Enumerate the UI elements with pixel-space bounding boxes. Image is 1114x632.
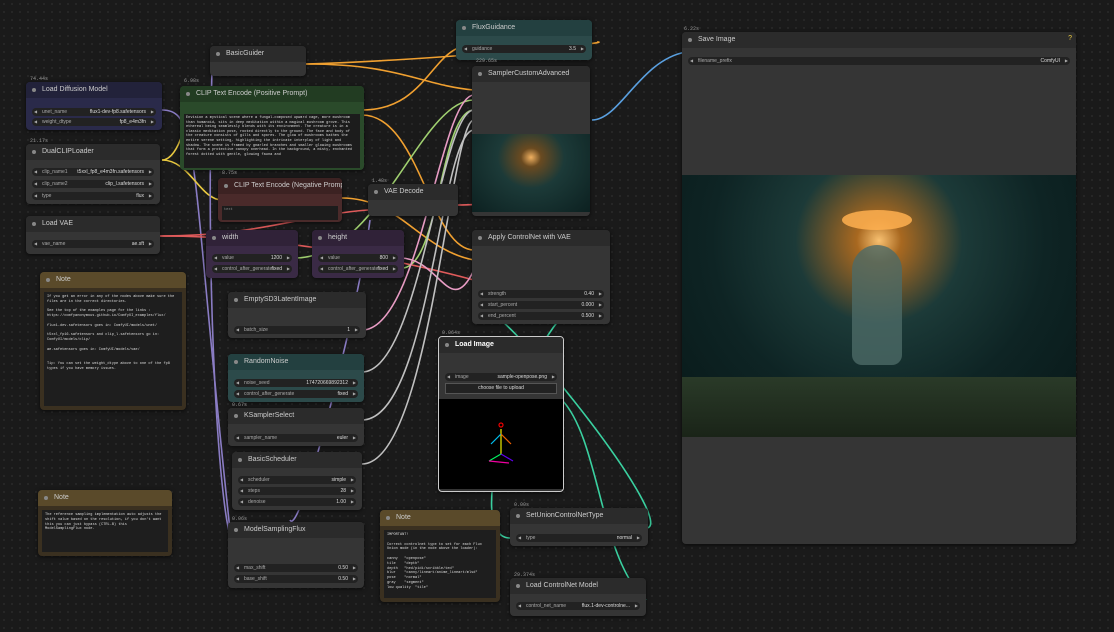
- sampler-name-widget[interactable]: sampler_nameeuler: [234, 434, 358, 442]
- end-percent-widget[interactable]: end_percent0.500: [478, 312, 604, 320]
- node-title: Load Diffusion Model: [26, 82, 162, 98]
- node-title: RandomNoise: [228, 354, 364, 370]
- set-union-controlnet-type-node[interactable]: SetUnionControlNetType typenormal: [510, 508, 648, 546]
- mushroom-glow: [842, 210, 912, 230]
- node-title: ModelSamplingFlux: [228, 522, 364, 538]
- empty-sd3-latent-node[interactable]: EmptySD3LatentImage batch_size1: [228, 292, 366, 338]
- vae-name-widget[interactable]: vae_nameae.sft: [32, 240, 154, 248]
- openpose-preview: [439, 399, 563, 489]
- dual-clip-loader-node[interactable]: DualCLIPLoader clip_name1t5xxl_fp8_e4m3f…: [26, 144, 160, 204]
- load-controlnet-model-node[interactable]: Load ControlNet Model control_net_namefl…: [510, 578, 646, 616]
- node-title: Load Image: [439, 337, 563, 353]
- node-title: Note: [38, 490, 172, 506]
- node-title: KSamplerSelect: [228, 408, 364, 424]
- note-node-3[interactable]: Note IMPORTANT! Correct controlnet type …: [380, 510, 500, 602]
- guidance-widget[interactable]: guidance3.5: [462, 45, 586, 53]
- load-image-node[interactable]: Load Image imagesample-openpose.png choo…: [438, 336, 564, 492]
- width-value-widget[interactable]: value1200: [212, 254, 292, 262]
- node-title: Apply ControlNet with VAE: [472, 230, 610, 246]
- node-title: BasicGuider: [210, 46, 306, 62]
- note-node-1[interactable]: Note If you get an error in any of the n…: [40, 272, 186, 410]
- preview-image: [472, 134, 590, 212]
- basic-scheduler-node[interactable]: BasicScheduler schedulersimple steps28 d…: [232, 452, 362, 510]
- flux-guidance-node[interactable]: FluxGuidance guidance3.5: [456, 20, 592, 60]
- strength-widget[interactable]: strength0.40: [478, 290, 604, 298]
- start-percent-widget[interactable]: start_percent0.000: [478, 301, 604, 309]
- height-control-widget[interactable]: control_after_generatefixed: [318, 265, 398, 273]
- pose-skeleton: [488, 422, 514, 464]
- clip-text-encode-positive-node[interactable]: CLIP Text Encode (Positive Prompt) Envis…: [180, 86, 364, 170]
- upload-button[interactable]: choose file to upload: [445, 383, 557, 394]
- clip-name1-widget[interactable]: clip_name1t5xxl_fp8_e4m3fn.safetensors: [32, 168, 154, 176]
- clip-text-encode-negative-node[interactable]: CLIP Text Encode (Negative Prompt) text: [218, 178, 342, 222]
- image-widget[interactable]: imagesample-openpose.png: [445, 373, 557, 381]
- node-title: Note: [40, 272, 186, 288]
- apply-controlnet-vae-node[interactable]: Apply ControlNet with VAE strength0.40 s…: [472, 230, 610, 324]
- help-icon[interactable]: ?: [1068, 35, 1072, 42]
- node-title: CLIP Text Encode (Negative Prompt): [218, 178, 342, 194]
- node-title: Load VAE: [26, 216, 160, 232]
- node-title: height: [312, 230, 404, 246]
- node-title: DualCLIPLoader: [26, 144, 160, 160]
- denoise-widget[interactable]: denoise1.00: [238, 498, 356, 506]
- model-sampling-flux-node[interactable]: ModelSamplingFlux max_shift0.50 base_shi…: [228, 522, 364, 588]
- node-title: FluxGuidance: [456, 20, 592, 36]
- load-diffusion-model-node[interactable]: Load Diffusion Model unet_nameflux1-dev-…: [26, 82, 162, 130]
- width-control-widget[interactable]: control_after_generatefixed: [212, 265, 292, 273]
- height-value-widget[interactable]: value800: [318, 254, 398, 262]
- node-title: SamplerCustomAdvanced: [472, 66, 590, 82]
- note-text[interactable]: The reference sampling implementation au…: [42, 510, 168, 552]
- clip-type-widget[interactable]: typeflux: [32, 192, 154, 200]
- unet-name-widget[interactable]: unet_nameflux1-dev-fp8.safetensors: [32, 108, 156, 116]
- output-image: [682, 175, 1076, 437]
- sampler-custom-advanced-node[interactable]: SamplerCustomAdvanced: [472, 66, 590, 216]
- negative-prompt-textarea[interactable]: text: [222, 206, 338, 220]
- clip-pos-timing: 6.98s: [184, 78, 200, 84]
- note-text[interactable]: If you get an error in any of the nodes …: [44, 292, 182, 406]
- noise-seed-widget[interactable]: noise_seed174720669892312: [234, 379, 358, 387]
- filename-prefix-widget[interactable]: filename_prefixComfyUI: [688, 57, 1070, 65]
- node-title: SetUnionControlNetType: [510, 508, 648, 524]
- node-title: VAE Decode: [368, 184, 458, 200]
- batch-size-widget[interactable]: batch_size1: [234, 326, 360, 334]
- basic-guider-node[interactable]: BasicGuider: [210, 46, 306, 76]
- node-title: Load ControlNet Model: [510, 578, 646, 594]
- base-shift-widget[interactable]: base_shift0.50: [234, 575, 358, 583]
- figure-shape: [852, 245, 902, 365]
- node-title: BasicScheduler: [232, 452, 362, 468]
- scheduler-widget[interactable]: schedulersimple: [238, 476, 356, 484]
- max-shift-widget[interactable]: max_shift0.50: [234, 564, 358, 572]
- note-node-2[interactable]: Note The reference sampling implementati…: [38, 490, 172, 556]
- ksampler-select-node[interactable]: KSamplerSelect sampler_nameeuler: [228, 408, 364, 446]
- steps-widget[interactable]: steps28: [238, 487, 356, 495]
- sampler-timing: 229.65s: [476, 58, 498, 64]
- control-net-name-widget[interactable]: control_net_nameflux.1-dev-controlne...: [516, 602, 640, 610]
- ground: [682, 377, 1076, 437]
- save-image-node[interactable]: Save Image ? filename_prefixComfyUI: [682, 32, 1076, 544]
- note-text[interactable]: IMPORTANT! Correct controlnet type to se…: [384, 530, 496, 598]
- weight-dtype-widget[interactable]: weight_dtypefp8_e4m3fn: [32, 118, 156, 126]
- width-node[interactable]: width value1200 control_after_generatefi…: [206, 230, 298, 278]
- node-title: Save Image: [682, 32, 1076, 48]
- node-title: width: [206, 230, 298, 246]
- load-vae-node[interactable]: Load VAE vae_nameae.sft: [26, 216, 160, 254]
- node-title: Note: [380, 510, 500, 526]
- noise-control-widget[interactable]: control_after_generatefixed: [234, 390, 358, 398]
- clip-neg-timing: 8.75s: [222, 170, 238, 176]
- positive-prompt-textarea[interactable]: Envision a mystical scene where a fungal…: [184, 114, 360, 168]
- controlnet-type-widget[interactable]: typenormal: [516, 534, 642, 542]
- node-title: EmptySD3LatentImage: [228, 292, 366, 308]
- random-noise-node[interactable]: RandomNoise noise_seed174720669892312 co…: [228, 354, 364, 402]
- node-title: CLIP Text Encode (Positive Prompt): [180, 86, 364, 102]
- clip-name2-widget[interactable]: clip_name2clip_l.safetensors: [32, 180, 154, 188]
- vae-decode-node[interactable]: VAE Decode: [368, 184, 458, 216]
- height-node[interactable]: height value800 control_after_generatefi…: [312, 230, 404, 278]
